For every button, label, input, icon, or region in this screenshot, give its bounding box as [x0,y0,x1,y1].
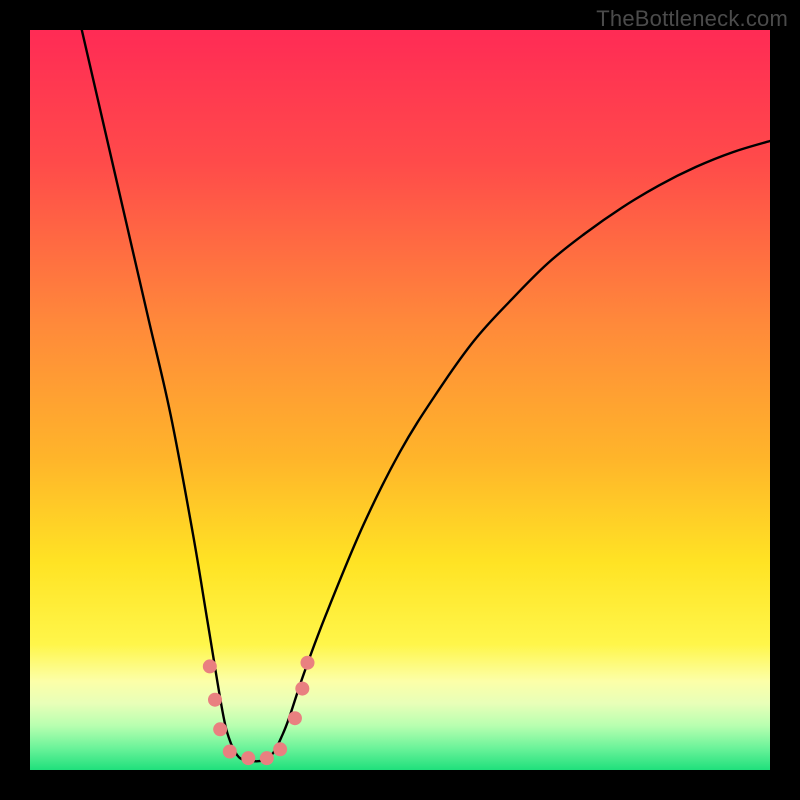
curve-markers [203,656,315,765]
curve-marker [203,659,217,673]
curve-marker [208,693,222,707]
curve-marker [288,711,302,725]
curve-marker [223,745,237,759]
curve-marker [295,682,309,696]
watermark-text: TheBottleneck.com [596,6,788,32]
plot-area [30,30,770,770]
bottleneck-curve [82,30,770,761]
curve-layer [30,30,770,770]
curve-marker [260,751,274,765]
curve-marker [273,742,287,756]
chart-frame: TheBottleneck.com [0,0,800,800]
curve-marker [213,722,227,736]
curve-marker [301,656,315,670]
curve-marker [241,751,255,765]
